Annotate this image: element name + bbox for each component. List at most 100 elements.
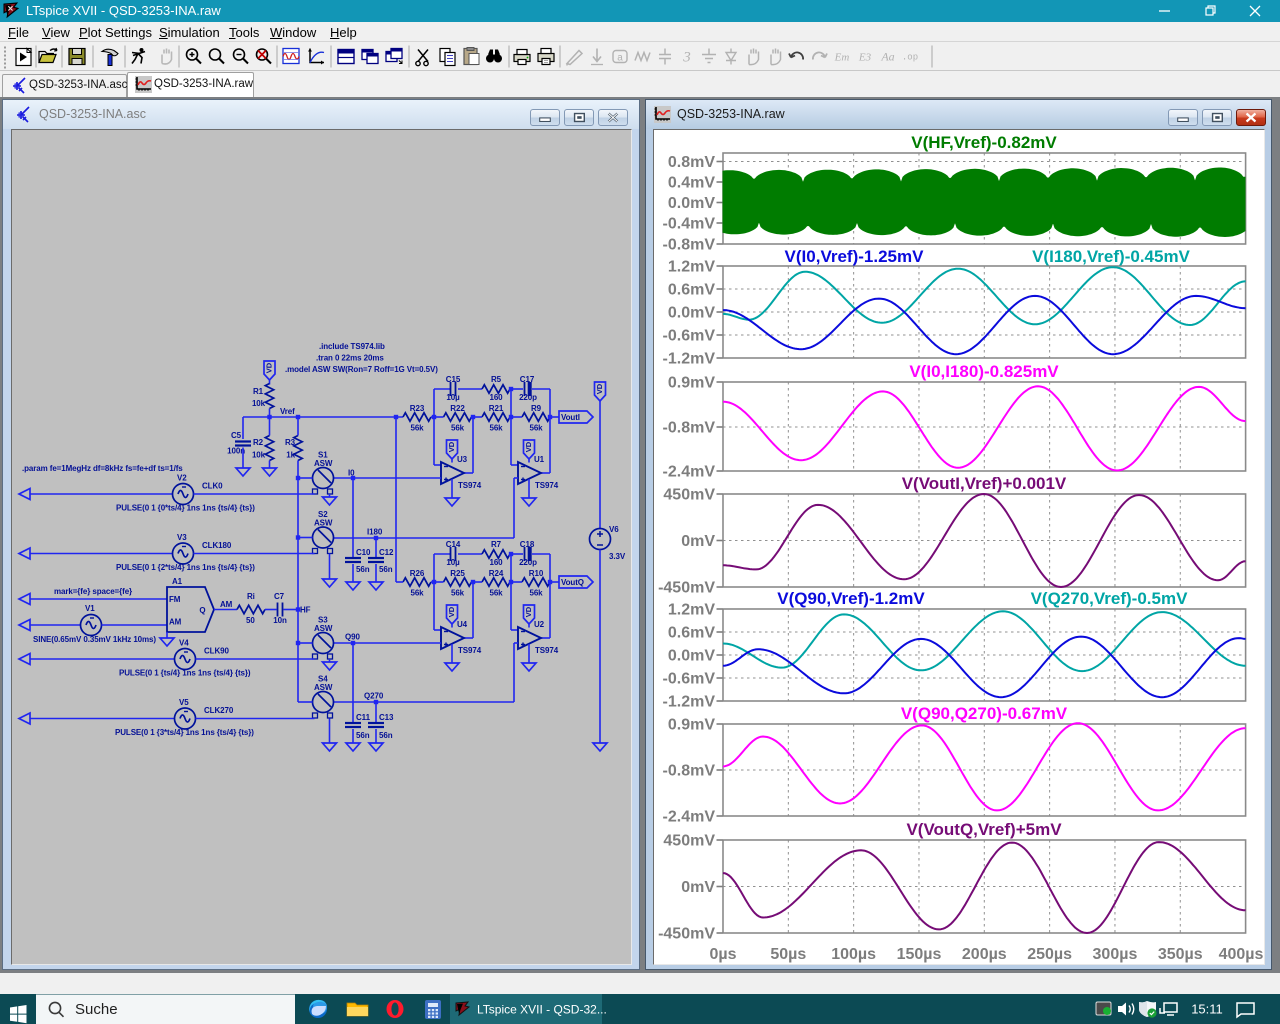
- svg-text:V(Q90,Vref)-1.2mV: V(Q90,Vref)-1.2mV: [777, 589, 925, 608]
- svg-text:0.6mV: 0.6mV: [668, 625, 715, 642]
- svg-text:50: 50: [246, 616, 255, 625]
- svg-text:300µs: 300µs: [1093, 946, 1138, 963]
- svg-text:1.2mV: 1.2mV: [668, 259, 715, 276]
- svg-text:CLK0: CLK0: [202, 482, 223, 491]
- svg-text:220p: 220p: [519, 558, 537, 567]
- svg-text:0.6mV: 0.6mV: [668, 282, 715, 299]
- svg-text:R3: R3: [285, 438, 296, 447]
- svg-text:HF: HF: [300, 606, 311, 615]
- svg-text:V1: V1: [85, 604, 95, 613]
- svg-text:50µs: 50µs: [770, 946, 806, 963]
- svg-text:V(I0,I180)-0.825mV: V(I0,I180)-0.825mV: [909, 362, 1059, 381]
- svg-text:450mV: 450mV: [663, 833, 715, 850]
- svg-text:R26: R26: [410, 569, 425, 578]
- svg-text:.model ASW SW(Ron=7 Roff=1G Vt: .model ASW SW(Ron=7 Roff=1G Vt=0.5V): [285, 365, 438, 374]
- svg-text:160: 160: [489, 558, 503, 567]
- svg-text:R1: R1: [253, 387, 264, 396]
- svg-text:10µ: 10µ: [446, 558, 460, 567]
- svg-text:Em: Em: [834, 52, 850, 64]
- svg-text:VD: VD: [524, 441, 533, 452]
- svg-text:V(I180,Vref)-0.45mV: V(I180,Vref)-0.45mV: [1032, 247, 1190, 266]
- svg-text:0mV: 0mV: [681, 533, 715, 550]
- svg-text:220p: 220p: [519, 393, 537, 402]
- svg-text:-1.2mV: -1.2mV: [663, 694, 716, 711]
- svg-text:250µs: 250µs: [1027, 946, 1072, 963]
- svg-text:V3: V3: [177, 533, 187, 542]
- svg-text:A1: A1: [172, 577, 183, 586]
- svg-text:-1.2mV: -1.2mV: [663, 351, 716, 368]
- svg-text:TS974: TS974: [535, 646, 559, 655]
- svg-text:3.3V: 3.3V: [609, 552, 626, 561]
- svg-text:-0.6mV: -0.6mV: [663, 328, 716, 345]
- svg-text:R9: R9: [531, 404, 542, 413]
- svg-text:10k: 10k: [252, 399, 266, 408]
- svg-text:V2: V2: [177, 474, 187, 483]
- svg-text:V(Q270,Vref)-0.5mV: V(Q270,Vref)-0.5mV: [1031, 589, 1189, 608]
- svg-text:10k: 10k: [252, 451, 266, 460]
- svg-text:1k: 1k: [286, 451, 295, 460]
- svg-text:.include TS974.lib: .include TS974.lib: [319, 342, 385, 351]
- svg-text:Vref: Vref: [280, 407, 295, 416]
- svg-text:V4: V4: [179, 639, 189, 648]
- svg-text:56k: 56k: [489, 589, 503, 598]
- svg-text:-0.6mV: -0.6mV: [663, 671, 716, 688]
- svg-text:.op: .op: [902, 53, 918, 63]
- svg-text:56n: 56n: [379, 565, 393, 574]
- svg-text:a: a: [617, 53, 623, 64]
- svg-text:ASW: ASW: [314, 624, 333, 633]
- svg-text:Q90: Q90: [345, 633, 360, 642]
- svg-text:C5: C5: [231, 431, 242, 440]
- svg-text:VoutI: VoutI: [561, 413, 580, 422]
- svg-text:V(VoutI,Vref)+0.001V: V(VoutI,Vref)+0.001V: [902, 474, 1067, 493]
- svg-text:C12: C12: [379, 548, 394, 557]
- svg-text:U3: U3: [457, 455, 468, 464]
- svg-text:-450mV: -450mV: [658, 926, 715, 943]
- svg-text:ASW: ASW: [314, 519, 333, 528]
- svg-text:C11: C11: [356, 713, 371, 722]
- svg-text:V(VoutQ,Vref)+5mV: V(VoutQ,Vref)+5mV: [906, 820, 1062, 839]
- svg-text:AM: AM: [220, 600, 233, 609]
- svg-text:-0.8mV: -0.8mV: [663, 420, 716, 437]
- svg-text:TS974: TS974: [458, 481, 482, 490]
- svg-text:R23: R23: [410, 404, 425, 413]
- svg-text:56k: 56k: [410, 424, 424, 433]
- svg-text:C14: C14: [446, 540, 461, 549]
- svg-text:0.0mV: 0.0mV: [668, 195, 715, 212]
- svg-text:56k: 56k: [410, 589, 424, 598]
- svg-text:V(HF,Vref)-0.82mV: V(HF,Vref)-0.82mV: [911, 133, 1057, 152]
- svg-text:R2: R2: [253, 438, 264, 447]
- svg-text:350µs: 350µs: [1158, 946, 1203, 963]
- svg-text:Aa: Aa: [880, 50, 894, 64]
- svg-text:150µs: 150µs: [897, 946, 942, 963]
- svg-text:V5: V5: [179, 698, 189, 707]
- svg-text:LTspice XVII - QSD-32...: LTspice XVII - QSD-32...: [477, 1003, 607, 1017]
- svg-text:PULSE(0 1 {ts/4} 1ns 1ns {ts/4: PULSE(0 1 {ts/4} 1ns 1ns {ts/4} {ts}): [119, 669, 251, 678]
- svg-text:-0.8mV: -0.8mV: [663, 763, 716, 780]
- svg-text:R22: R22: [450, 404, 465, 413]
- svg-text:56n: 56n: [379, 731, 393, 740]
- svg-text:56n: 56n: [356, 731, 370, 740]
- svg-text:15:11: 15:11: [1191, 1002, 1223, 1017]
- svg-text:VD: VD: [524, 606, 533, 617]
- svg-text:E3: E3: [858, 52, 872, 64]
- svg-text:CLK180: CLK180: [202, 541, 232, 550]
- svg-text:-450mV: -450mV: [658, 580, 715, 597]
- svg-text:R24: R24: [489, 569, 504, 578]
- svg-text:SINE(0.65mV 0.35mV 1kHz 10ms): SINE(0.65mV 0.35mV 1kHz 10ms): [33, 635, 156, 644]
- svg-text:0.4mV: 0.4mV: [668, 175, 715, 192]
- svg-text:R21: R21: [489, 404, 504, 413]
- svg-text:mark={fe} space={fe}: mark={fe} space={fe}: [54, 587, 132, 596]
- svg-text:160: 160: [489, 393, 503, 402]
- svg-text:R7: R7: [491, 540, 502, 549]
- svg-text:.tran 0 22ms 20ms: .tran 0 22ms 20ms: [316, 354, 384, 363]
- svg-text:AM: AM: [169, 618, 182, 627]
- svg-text:56k: 56k: [529, 424, 543, 433]
- svg-text:0.0mV: 0.0mV: [668, 305, 715, 322]
- svg-text:R25: R25: [450, 569, 465, 578]
- svg-text:450mV: 450mV: [663, 487, 715, 504]
- svg-text:C17: C17: [520, 375, 535, 384]
- svg-text:V(Q90,Q270)-0.67mV: V(Q90,Q270)-0.67mV: [901, 704, 1068, 723]
- svg-text:56n: 56n: [356, 565, 370, 574]
- svg-text:VoutQ: VoutQ: [561, 578, 584, 587]
- svg-text:ASW: ASW: [314, 683, 333, 692]
